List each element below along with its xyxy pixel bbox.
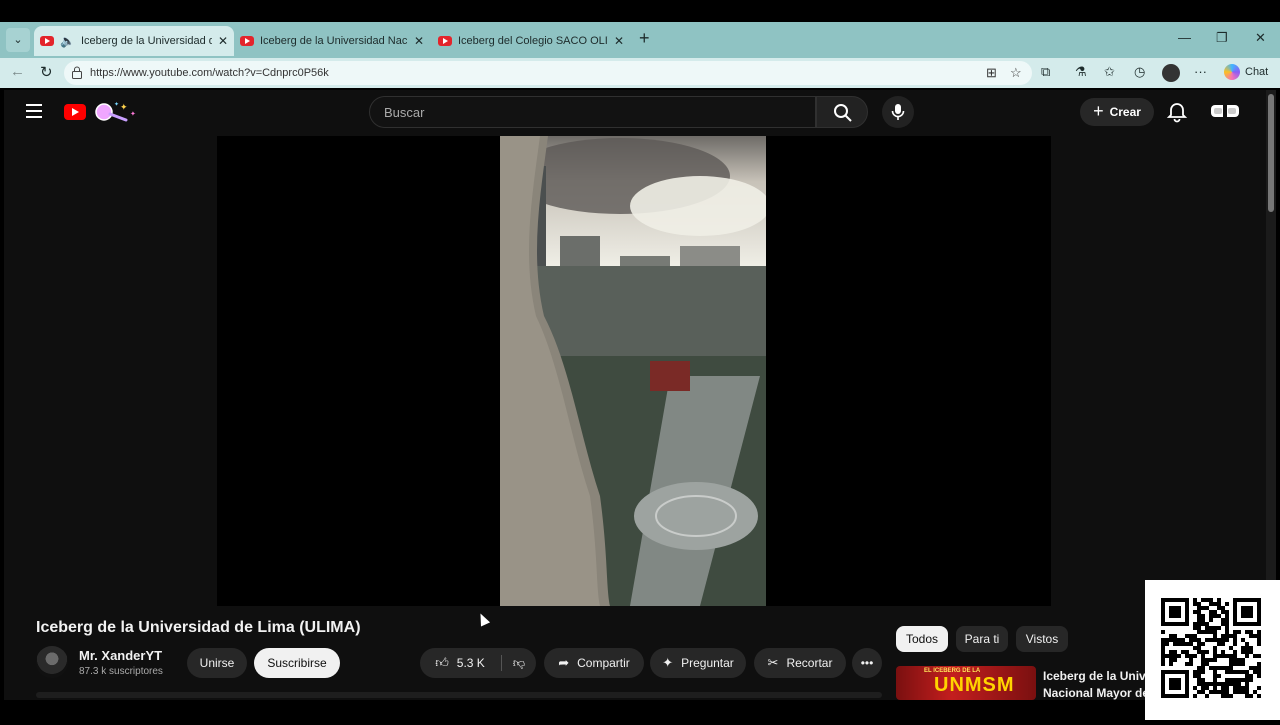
close-tab-icon[interactable]: ✕ — [218, 34, 228, 48]
video-title: Iceberg de la Universidad de Lima (ULIMA… — [36, 619, 361, 636]
site-info-icon[interactable] — [71, 66, 83, 79]
like-button[interactable]: 👍︎ 5.3 K — [420, 648, 500, 678]
svg-text:✦: ✦ — [130, 110, 136, 118]
voice-search-button[interactable] — [882, 96, 914, 128]
close-tab-icon[interactable]: ✕ — [614, 34, 624, 48]
recommended-video-title[interactable]: Iceberg de la Universidad Nacional Mayor… — [1043, 668, 1145, 702]
thumbnail-title: UNMSM — [934, 674, 1015, 696]
qr-code-overlay — [1145, 580, 1280, 720]
account-avatar[interactable] — [1210, 100, 1240, 124]
maximize-icon[interactable]: ❐ — [1216, 30, 1228, 46]
recommended-title-line: Iceberg de la Universidad — [1043, 669, 1145, 683]
like-count: 5.3 K — [456, 656, 485, 670]
svg-text:✦: ✦ — [120, 102, 128, 112]
subscriber-count: 87.3 k suscriptores — [79, 666, 163, 677]
share-button[interactable]: ➦ Compartir — [544, 648, 644, 678]
subscribe-button[interactable]: Suscribirse — [254, 648, 340, 678]
minimize-icon[interactable]: — — [1178, 30, 1191, 45]
tab-ulima[interactable]: 🔈 Iceberg de la Universidad de Lima (ULI… — [34, 26, 234, 56]
chip-label: Vistos — [1025, 632, 1059, 646]
search-input[interactable]: Buscar — [369, 96, 816, 128]
description-box-edge — [36, 692, 882, 698]
create-label: Crear — [1109, 105, 1141, 119]
more-options-icon[interactable]: ··· — [1194, 64, 1207, 79]
video-scene — [500, 136, 766, 606]
recommended-video-thumbnail[interactable]: EL ICEBERG DE LA UNMSM — [896, 666, 1036, 700]
create-button[interactable]: + Crear — [1080, 98, 1154, 126]
menu-icon[interactable] — [26, 104, 42, 118]
youtube-page: ✦ ✦ ✦ Buscar + Crear Iceberg de la Unive… — [4, 90, 1276, 700]
close-tab-icon[interactable]: ✕ — [414, 34, 424, 48]
search-placeholder: Buscar — [384, 105, 425, 120]
search-icon — [834, 104, 852, 122]
history-icon[interactable]: ◷ — [1134, 64, 1145, 80]
copilot-chat-button[interactable]: Chat — [1224, 64, 1268, 80]
share-label: Compartir — [577, 656, 630, 670]
tab-title: Iceberg de la Universidad de Lima (ULIMA… — [80, 35, 212, 47]
chip-label: Todos — [905, 632, 939, 646]
chip-label: Para ti — [964, 632, 1000, 646]
ask-button[interactable]: ✦ Preguntar — [650, 648, 746, 678]
tab-title: Iceberg de la Universidad Nacional Mayor… — [260, 35, 408, 47]
search-button[interactable] — [816, 96, 868, 128]
youtube-favicon-icon — [240, 36, 254, 46]
youtube-doodle-icon[interactable]: ✦ ✦ ✦ — [92, 100, 138, 124]
chip-todos[interactable]: Todos — [896, 626, 948, 652]
video-player[interactable] — [217, 136, 1051, 606]
subscribe-label: Suscribirse — [267, 656, 327, 670]
scrollbar-thumb[interactable] — [1268, 94, 1274, 212]
profile-avatar[interactable] — [1162, 64, 1180, 82]
clip-label: Recortar — [786, 656, 833, 670]
browser-toolbar: ← ↻ https://www.youtube.com/watch?v=Cdnp… — [0, 58, 1280, 88]
back-icon[interactable]: ← — [10, 63, 25, 80]
thumbs-down-icon: 👎︎ — [512, 655, 526, 670]
ask-label: Preguntar — [681, 656, 734, 670]
youtube-logo-icon[interactable] — [64, 104, 86, 120]
notifications-bell-icon[interactable] — [1166, 101, 1188, 123]
youtube-favicon-icon — [438, 36, 452, 46]
dislike-button[interactable]: 👎︎ — [502, 648, 536, 678]
qr-code-icon — [1161, 598, 1261, 698]
copilot-icon — [1224, 64, 1240, 80]
favorite-star-icon[interactable]: ☆ — [1010, 65, 1022, 81]
channel-name[interactable]: Mr. XanderYT — [79, 648, 162, 663]
speaker-icon[interactable]: 🔈 — [60, 34, 75, 48]
tab-title: Iceberg del Colegio SACO OLIVEROS — [458, 35, 608, 47]
mouse-cursor — [475, 611, 491, 627]
address-bar[interactable]: https://www.youtube.com/watch?v=Cdnprc0P… — [64, 61, 1032, 85]
thumbs-up-icon: 👍︎ — [435, 655, 449, 670]
reload-icon[interactable]: ↻ — [40, 63, 53, 81]
screen: ⌄ 🔈 Iceberg de la Universidad de Lima (U… — [0, 0, 1280, 720]
extensions-icon[interactable]: ⧉ — [1041, 64, 1050, 80]
clip-button[interactable]: ✂ Recortar — [754, 648, 846, 678]
join-button[interactable]: Unirse — [187, 648, 247, 678]
chat-label: Chat — [1245, 66, 1269, 78]
favorites-icon[interactable]: ✩ — [1104, 64, 1115, 80]
url-text: https://www.youtube.com/watch?v=Cdnprc0P… — [90, 67, 329, 79]
tab-unmsm[interactable]: Iceberg de la Universidad Nacional Mayor… — [234, 26, 430, 56]
more-actions-button[interactable]: ••• — [852, 648, 882, 678]
chip-para-ti[interactable]: Para ti — [956, 626, 1008, 652]
new-tab-icon[interactable]: + — [639, 28, 650, 49]
video-frame — [500, 136, 766, 606]
svg-text:✦: ✦ — [114, 101, 119, 108]
app-available-icon[interactable]: ⊞ — [986, 65, 997, 81]
sparkle-icon: ✦ — [662, 655, 674, 670]
chip-vistos[interactable]: Vistos — [1016, 626, 1068, 652]
plus-icon: + — [1093, 100, 1104, 121]
scissors-icon: ✂ — [767, 655, 779, 670]
close-window-icon[interactable]: ✕ — [1255, 30, 1266, 46]
channel-avatar[interactable] — [36, 646, 68, 678]
microphone-icon — [891, 104, 905, 120]
share-icon: ➦ — [558, 655, 570, 670]
recommended-title-line: Nacional Mayor de San Marcos — [1043, 686, 1145, 700]
tab-list-chevron-icon[interactable]: ⌄ — [6, 28, 30, 52]
browser-essentials-icon[interactable]: ⚗ — [1075, 64, 1087, 80]
join-label: Unirse — [199, 656, 235, 670]
more-horizontal-icon: ••• — [860, 656, 874, 670]
tab-saco-oliveros[interactable]: Iceberg del Colegio SACO OLIVEROS ✕ — [432, 26, 630, 56]
youtube-favicon-icon — [40, 36, 54, 46]
